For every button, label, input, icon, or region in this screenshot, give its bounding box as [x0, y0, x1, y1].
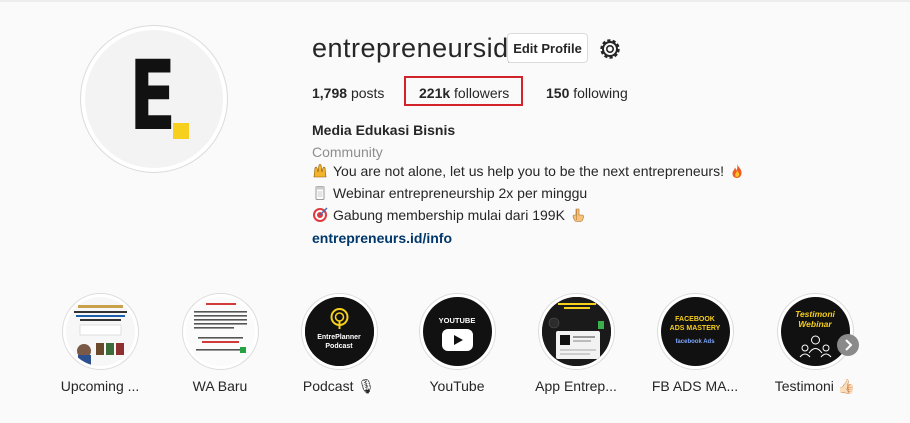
highlight-label: WA Baru [192, 378, 248, 394]
posts-count: 1,798 [312, 85, 348, 101]
highlight-cover-fb-ads: FACEBOOK ADS MASTERY facebook Ads [660, 297, 730, 366]
bio-category: Community [312, 144, 383, 160]
top-divider [0, 0, 910, 2]
highlight-label: YouTube [429, 378, 485, 394]
podcast-cover-line2: Podcast [325, 343, 353, 350]
highlight-label: App Entrep... [535, 378, 617, 394]
posts-count-stat: 1,798 posts [312, 85, 384, 101]
fire-icon [732, 164, 742, 178]
profile-username: entrepreneursid_ [312, 33, 525, 63]
bio-website-link[interactable]: entrepreneurs.id/info [312, 230, 452, 246]
bio-line-3: Gabung membership mulai dari 199K [312, 207, 586, 223]
highlight-ring [537, 293, 615, 370]
audience-icon [799, 335, 831, 358]
fb-ads-cover-line1: FACEBOOK [675, 316, 715, 323]
chevron-right-glyph [845, 339, 853, 351]
highlight-wa-baru[interactable]: WA Baru [177, 293, 263, 394]
highlight-label: Podcast 🎙 [302, 378, 376, 394]
highlight-ring [181, 293, 259, 370]
chevron-right-icon[interactable] [837, 334, 859, 356]
highlight-cover-podcast: EntrePlanner Podcast [304, 297, 374, 366]
highlight-fb-ads[interactable]: FACEBOOK ADS MASTERY facebook Ads FB ADS… [652, 293, 738, 394]
edit-profile-button[interactable]: Edit Profile [507, 33, 588, 63]
highlight-label: Upcoming ... [60, 378, 140, 394]
highlight-label: FB ADS MA... [651, 378, 739, 394]
highlight-podcast[interactable]: EntrePlanner Podcast Podcast 🎙 [296, 293, 382, 395]
pointing-down-icon [572, 208, 584, 222]
highlight-cover-wa-baru [185, 297, 255, 366]
youtube-play-icon [441, 329, 473, 351]
highlight-thumbnail [65, 297, 135, 366]
highlight-ring: FACEBOOK ADS MASTERY facebook Ads [656, 293, 734, 370]
bio-display-name: Media Edukasi Bisnis [312, 122, 456, 138]
highlight-youtube[interactable]: YOUTUBE YouTube [414, 293, 500, 394]
followers-label: followers [454, 85, 510, 101]
highlight-thumbnail [541, 297, 611, 366]
fb-ads-cover-brand: facebook Ads [675, 339, 715, 345]
podcast-icon [304, 297, 374, 366]
posts-label: posts [350, 85, 385, 101]
following-label: following [573, 85, 628, 101]
profile-avatar[interactable]: E [85, 30, 223, 168]
podcast-cover-line1: EntrePlanner [317, 334, 361, 341]
calendar-icon [315, 186, 325, 200]
highlight-upcoming[interactable]: Upcoming ... [57, 293, 143, 394]
podcast-cover-title: EntrePlanner Podcast [305, 333, 374, 351]
highlight-cover-youtube: YOUTUBE [422, 297, 492, 366]
gear-icon[interactable] [597, 36, 623, 62]
bio-line-1: You are not alone, let us help you to be… [312, 163, 745, 179]
following-count: 150 [546, 85, 570, 101]
bio-line-3-text: Gabung membership mulai dari 199K [333, 207, 565, 223]
highlight-ring: YOUTUBE [418, 293, 496, 370]
testimoni-cover-title: Testimoni Webinar [781, 309, 850, 329]
bio-line-1-text: You are not alone, let us help you to be… [333, 163, 724, 179]
fb-ads-cover-line2: ADS MASTERY [669, 325, 721, 332]
highlight-ring: Testimoni Webinar [776, 293, 854, 370]
bio-line-2: Webinar entrepreneurship 2x per minggu [312, 185, 587, 201]
highlight-cover-upcoming [65, 297, 135, 366]
fb-ads-cover-title: FACEBOOK ADS MASTERY [661, 315, 730, 333]
avatar-logo-dot [173, 123, 189, 139]
followers-count: 221k [419, 85, 451, 101]
raising-hands-icon [313, 164, 327, 178]
target-icon [313, 207, 328, 222]
avatar-logo-letter: E [129, 40, 177, 152]
highlight-thumbnail [185, 297, 255, 366]
highlight-label: Testimoni 👍🏻 [774, 378, 856, 394]
highlight-ring: EntrePlanner Podcast [300, 293, 378, 370]
highlight-app-entrepreneurs[interactable]: App Entrep... [533, 293, 619, 394]
followers-link[interactable]: 221k followers [419, 85, 509, 101]
testimoni-cover-line2: Webinar [798, 319, 832, 329]
highlight-cover-app [541, 297, 611, 366]
youtube-cover-title: YOUTUBE [438, 316, 476, 325]
highlight-ring [61, 293, 139, 370]
following-link[interactable]: 150 following [546, 85, 628, 101]
testimoni-cover-line1: Testimoni [795, 309, 835, 319]
bio-line-2-text: Webinar entrepreneurship 2x per minggu [333, 185, 588, 201]
